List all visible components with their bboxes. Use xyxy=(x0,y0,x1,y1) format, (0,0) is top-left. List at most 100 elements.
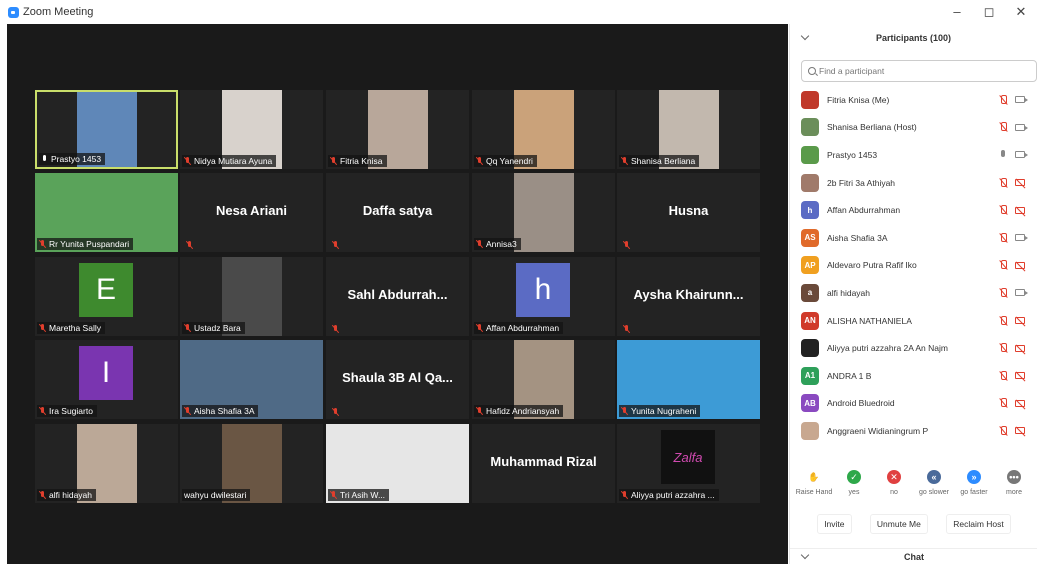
tile-name-label: Maretha Sally xyxy=(37,322,105,334)
mic-muted-icon[interactable] xyxy=(999,343,1007,353)
maximize-button[interactable]: ◻ xyxy=(973,0,1005,24)
video-tile[interactable]: Rr Yunita Puspandari xyxy=(35,173,178,252)
tile-name-text: Affan Abdurrahman xyxy=(486,323,560,333)
reaction-go-slower[interactable]: « go slower xyxy=(914,470,954,496)
camera-icon[interactable] xyxy=(1015,289,1028,297)
video-tile[interactable]: E Maretha Sally xyxy=(35,257,178,336)
participant-search[interactable] xyxy=(801,60,1037,82)
tile-display-name: Daffa satya xyxy=(362,203,433,218)
chat-header[interactable]: Chat xyxy=(790,548,1037,564)
mic-muted-icon[interactable] xyxy=(999,287,1007,298)
video-tile[interactable]: alfi hidayah xyxy=(35,424,178,503)
reaction-label: more xyxy=(1006,489,1022,496)
mic-muted-icon[interactable] xyxy=(999,398,1007,408)
mic-muted-icon[interactable] xyxy=(999,94,1007,105)
video-tile[interactable]: Aysha Khairunn... xyxy=(617,257,760,336)
video-tile[interactable]: Aisha Shafia 3A xyxy=(180,340,323,419)
reaction-no[interactable]: ✕ no xyxy=(874,470,914,496)
tile-name-label: alfi hidayah xyxy=(37,489,97,501)
invite-button[interactable]: Invite xyxy=(817,514,852,534)
participant-row[interactable]: Prastyo 1453 xyxy=(790,141,1037,169)
camera-off-icon[interactable] xyxy=(1015,344,1025,352)
video-tile[interactable]: Yunita Nugraheni xyxy=(617,340,760,419)
participant-row[interactable]: Anggraeni Widianingrum P xyxy=(790,417,1037,445)
tile-name-text: Ustadz Bara xyxy=(194,323,241,333)
mic-muted-icon[interactable] xyxy=(999,425,1007,436)
camera-off-icon[interactable] xyxy=(1015,179,1025,187)
video-tile[interactable]: Husna xyxy=(617,173,760,252)
mic-muted-icon[interactable] xyxy=(999,315,1007,326)
video-tile[interactable]: Qq Yanendri xyxy=(472,90,615,169)
unmute-me-button[interactable]: Unmute Me xyxy=(869,514,928,534)
reactions-bar: ✋ Raise Hand ✓ yes ✕ no « go slower » go faster ••… xyxy=(790,470,1037,496)
reaction-yes[interactable]: ✓ yes xyxy=(834,470,874,496)
video-tile[interactable]: Muhammad Rizal xyxy=(472,424,615,503)
mic-muted-icon xyxy=(186,241,193,249)
participant-row[interactable]: Shanisa Berliana (Host) xyxy=(790,114,1037,142)
camera-off-icon[interactable] xyxy=(1015,317,1025,325)
camera-icon[interactable] xyxy=(1015,234,1028,242)
mic-muted-icon[interactable] xyxy=(999,370,1007,381)
camera-off-icon[interactable] xyxy=(1015,372,1025,380)
video-tile[interactable]: Nesa Ariani xyxy=(180,173,323,252)
participant-row[interactable]: A1 ANDRA 1 B xyxy=(790,362,1037,390)
participant-row[interactable]: h Affan Abdurrahman xyxy=(790,196,1037,224)
reaction-more[interactable]: ••• more xyxy=(994,470,1034,496)
participant-avatar: AB xyxy=(801,394,819,413)
camera-off-icon[interactable] xyxy=(1015,399,1025,407)
mic-muted-icon[interactable] xyxy=(999,260,1007,270)
video-tile[interactable]: Shaula 3B Al Qa... xyxy=(326,340,469,419)
participant-row[interactable]: AB Android Bluedroid xyxy=(790,390,1037,418)
participant-row[interactable]: AP Aldevaro Putra Rafif Iko xyxy=(790,252,1037,280)
minimize-button[interactable]: – xyxy=(941,0,973,24)
participant-search-input[interactable] xyxy=(819,66,1019,76)
camera-off-icon[interactable] xyxy=(1015,261,1025,269)
reclaim-host-button[interactable]: Reclaim Host xyxy=(946,514,1011,534)
reaction-go-faster[interactable]: » go faster xyxy=(954,470,994,496)
video-tile[interactable]: h Affan Abdurrahman xyxy=(472,257,615,336)
video-tile[interactable]: Annisa3 xyxy=(472,173,615,252)
video-tile[interactable]: Fitria Knisa xyxy=(326,90,469,169)
mic-muted-icon[interactable] xyxy=(999,177,1007,188)
participant-row[interactable]: Fitria Knisa (Me) xyxy=(790,86,1037,114)
video-tile[interactable]: Sahl Abdurrah... xyxy=(326,257,469,336)
participant-list[interactable]: Fitria Knisa (Me) Shanisa Berliana (Host)… xyxy=(790,86,1037,446)
video-tile[interactable]: Prastyo 1453 xyxy=(35,90,178,169)
video-tile[interactable]: Ustadz Bara xyxy=(180,257,323,336)
reaction-raise-hand[interactable]: ✋ Raise Hand xyxy=(794,470,834,496)
participant-row[interactable]: Aliyya putri azzahra 2A An Najm xyxy=(790,334,1037,362)
video-tile[interactable]: Daffa satya xyxy=(326,173,469,252)
chat-chevron-icon[interactable] xyxy=(800,550,810,560)
collapse-chevron-icon[interactable] xyxy=(800,31,810,41)
tile-name-text: Tri Asih W... xyxy=(340,490,386,500)
participant-row[interactable]: a alfi hidayah xyxy=(790,279,1037,307)
participants-panel: Participants (100) Fitria Knisa (Me) Shan… xyxy=(789,24,1037,564)
mic-muted-icon xyxy=(39,240,46,248)
participant-row[interactable]: AS Aisha Shafia 3A xyxy=(790,224,1037,252)
mic-muted-icon[interactable] xyxy=(999,232,1007,243)
mic-muted-icon[interactable] xyxy=(999,122,1007,132)
video-tile[interactable]: Zalfa Aliyya putri azzahra ... xyxy=(617,424,760,503)
video-tile[interactable]: Shanisa Berliana xyxy=(617,90,760,169)
video-tile[interactable]: wahyu dwilestari xyxy=(180,424,323,503)
participant-row[interactable]: AN ALISHA NATHANIELA xyxy=(790,307,1037,335)
participant-row[interactable]: 2b Fitri 3a Athiyah xyxy=(790,169,1037,197)
title-bar: Zoom Meeting – ◻ ✕ xyxy=(0,0,1037,24)
video-tile[interactable]: Hafidz Andriansyah xyxy=(472,340,615,419)
camera-off-icon[interactable] xyxy=(1015,427,1025,435)
camera-icon[interactable] xyxy=(1015,151,1028,159)
video-tile[interactable]: I Ira Sugiarto xyxy=(35,340,178,419)
camera-off-icon[interactable] xyxy=(1015,206,1025,214)
mic-muted-icon xyxy=(39,491,46,499)
mic-icon[interactable] xyxy=(999,149,1007,160)
camera-icon[interactable] xyxy=(1015,123,1028,131)
reaction-label: yes xyxy=(848,489,860,496)
mic-muted-icon[interactable] xyxy=(999,205,1007,215)
camera-icon[interactable] xyxy=(1015,96,1028,104)
participant-status xyxy=(999,205,1025,215)
video-tile[interactable]: Nidya Mutiara Ayuna xyxy=(180,90,323,169)
participant-avatar xyxy=(801,90,819,109)
close-button[interactable]: ✕ xyxy=(1005,0,1037,24)
video-tile[interactable]: Tri Asih W... xyxy=(326,424,469,503)
tile-name-label: Hafidz Andriansyah xyxy=(474,405,564,417)
